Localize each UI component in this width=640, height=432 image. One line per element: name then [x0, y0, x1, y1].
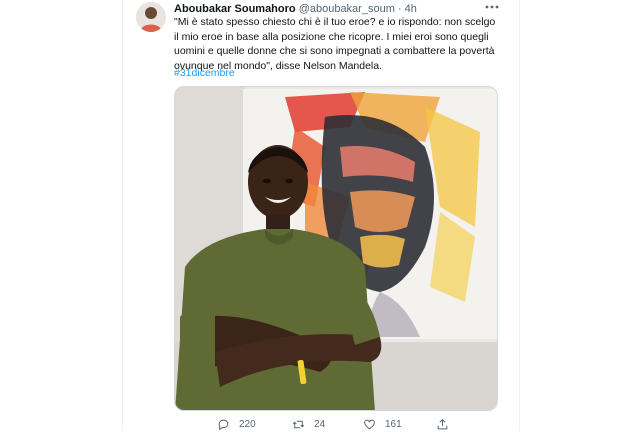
- retweet-icon: [292, 420, 305, 428]
- retweet-count: 24: [314, 418, 326, 430]
- heart-icon: [364, 419, 375, 429]
- retweet-button[interactable]: 24: [292, 416, 325, 432]
- hashtag-link[interactable]: #31dicembre: [174, 66, 235, 80]
- tweet-text: "Mi è stato spesso chiesto chi è il tuo …: [174, 16, 496, 72]
- share-button[interactable]: [436, 416, 458, 432]
- tweet-photo[interactable]: [174, 86, 498, 411]
- author-handle[interactable]: @aboubakar_soum: [299, 3, 395, 15]
- tweet-actions: 220 24 161: [174, 416, 500, 432]
- photo-image: [175, 87, 497, 410]
- avatar-photo: [136, 2, 166, 32]
- reply-icon: [218, 419, 229, 430]
- more-horizontal-icon: [485, 5, 499, 9]
- reply-button[interactable]: 220: [217, 416, 256, 432]
- header-separator: ·: [397, 3, 402, 15]
- more-options-icon[interactable]: [482, 0, 502, 12]
- share-icon: [437, 418, 448, 429]
- like-button[interactable]: 161: [363, 416, 402, 432]
- author-name[interactable]: Aboubakar Soumahoro: [174, 3, 296, 15]
- avatar[interactable]: [136, 2, 166, 32]
- like-count: 161: [385, 418, 402, 430]
- tweet-timestamp[interactable]: 4h: [405, 3, 417, 15]
- reply-count: 220: [239, 418, 256, 430]
